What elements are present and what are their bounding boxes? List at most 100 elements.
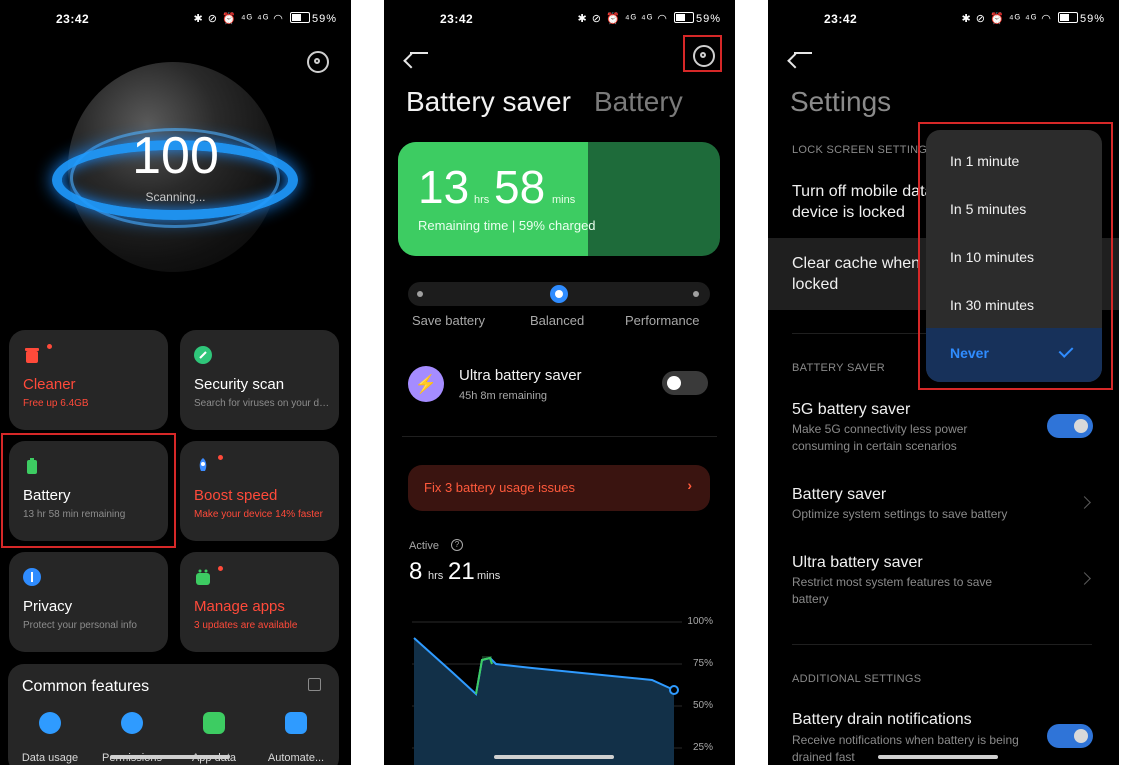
home-indicator[interactable] (494, 755, 614, 759)
status-time: 23:42 (824, 12, 858, 26)
clear-cache-line2[interactable]: locked (792, 276, 838, 294)
notification-dot (47, 344, 52, 349)
drain-notifications-sub: Receive notifications when battery is be… (792, 733, 1019, 764)
battery-percent: 59% (695, 13, 721, 25)
status-icons: ✱ ⊘ ⏰ ⁴ᴳ ⁴ᴳ ◠ (961, 13, 1052, 25)
remaining-mins: 58 (494, 161, 546, 213)
ultra-saver-sub: Restrict most system features to save ba… (792, 575, 993, 606)
turn-off-mobile-data-line2[interactable]: device is locked (792, 204, 905, 222)
battery-status-icon (673, 12, 694, 23)
chevron-right-icon: › (687, 477, 692, 493)
boost-speed-card[interactable]: Boost speed Make your device 14% faster (180, 441, 339, 541)
mode-dot (417, 291, 423, 297)
divider (402, 436, 717, 437)
drain-notifications-title[interactable]: Battery drain notifications (792, 711, 972, 729)
feature-automate[interactable]: Automate... (256, 712, 336, 764)
card-title: Boost speed (194, 487, 278, 504)
info-icon[interactable]: ? (451, 539, 463, 551)
axis-label-25: 25% (692, 742, 713, 753)
battery-percent: 59% (311, 13, 337, 25)
manage-apps-card[interactable]: Manage apps 3 updates are available (180, 552, 339, 652)
card-subtitle: Free up 6.4GB (23, 398, 89, 409)
remaining-hours: 13 (418, 161, 470, 213)
active-mins: 21 (448, 558, 475, 585)
apps-icon (196, 569, 210, 585)
privacy-card[interactable]: Privacy Protect your personal info (9, 552, 168, 652)
lightning-icon: ⚡ (408, 366, 444, 402)
status-bar: 23:42 ✱ ⊘ ⏰ ⁴ᴳ ⁴ᴳ ◠ 59% (384, 10, 735, 30)
ultra-saver-title: Ultra battery saver (459, 367, 582, 384)
ultra-saver-toggle[interactable] (662, 371, 708, 395)
shield-icon (194, 346, 212, 364)
scanning-label: Scanning... (145, 190, 206, 204)
privacy-icon (23, 568, 41, 586)
battery-saver-sub: Optimize system settings to save battery (792, 507, 1008, 521)
notification-dot (218, 455, 223, 460)
active-hours: 8 (409, 558, 423, 585)
security-app-home-screen: 23:42 ✱ ⊘ ⏰ ⁴ᴳ ⁴ᴳ ◠ 59% 100 Scanning... … (0, 0, 351, 765)
axis-label-100: 100% (687, 616, 713, 627)
battery-status-icon (289, 12, 310, 23)
remaining-label: Remaining time | 59% charged (418, 218, 596, 233)
additional-section-header: ADDITIONAL SETTINGS (792, 673, 922, 685)
status-bar: 23:42 ✱ ⊘ ⏰ ⁴ᴳ ⁴ᴳ ◠ 59% (0, 10, 351, 30)
mode-dot (693, 291, 699, 297)
lock-screen-section-header: LOCK SCREEN SETTINGS (792, 144, 935, 156)
card-title: Manage apps (194, 598, 285, 615)
tab-battery[interactable]: Battery (594, 86, 683, 118)
back-arrow-icon[interactable] (408, 42, 430, 64)
remaining-time-card: 13 hrs 58 mins Remaining time | 59% char… (398, 142, 720, 256)
drain-notifications-toggle[interactable] (1047, 724, 1093, 748)
axis-label-50: 50% (692, 700, 713, 711)
settings-highlight (683, 35, 722, 72)
battery-card-highlight (1, 433, 176, 548)
card-title: Privacy (23, 598, 73, 615)
home-indicator[interactable] (878, 755, 998, 759)
security-scan-card[interactable]: Security scan Search for viruses on your… (180, 330, 339, 430)
battery-percent: 59% (1079, 13, 1105, 25)
mode-selected-knob[interactable] (550, 285, 568, 303)
battery-saver-screen: 23:42 ✱ ⊘ ⏰ ⁴ᴳ ⁴ᴳ ◠ 59% Battery saver Ba… (384, 0, 735, 765)
mode-balanced[interactable]: Balanced (530, 313, 584, 328)
back-arrow-icon[interactable] (792, 42, 814, 64)
battery-saver-section-header: BATTERY SAVER (792, 362, 885, 374)
trash-icon (25, 348, 39, 363)
card-subtitle: 3 updates are available (194, 620, 298, 631)
performance-mode-slider[interactable] (408, 282, 710, 306)
status-time: 23:42 (440, 12, 474, 26)
card-title: Cleaner (23, 376, 76, 393)
chevron-right-icon (1078, 496, 1091, 509)
fix-issues-button[interactable]: Fix 3 battery usage issues › (408, 465, 710, 511)
droplet-icon (39, 712, 61, 734)
fiveg-saver-sub: Make 5G connectivity less power consumin… (792, 422, 968, 453)
active-hours-unit: hrs (428, 570, 444, 582)
automate-icon (285, 712, 307, 734)
card-subtitle: Search for viruses on your device (194, 398, 334, 409)
card-subtitle: Make your device 14% faster (194, 509, 323, 520)
active-mins-unit: mins (477, 570, 501, 582)
fiveg-saver-title[interactable]: 5G battery saver (792, 401, 910, 419)
settings-gear-icon[interactable] (307, 51, 329, 73)
status-bar: 23:42 ✱ ⊘ ⏰ ⁴ᴳ ⁴ᴳ ◠ 59% (768, 10, 1119, 30)
feature-data-usage[interactable]: Data usage (10, 712, 90, 764)
mode-performance[interactable]: Performance (625, 313, 699, 328)
feature-label: Data usage (21, 752, 79, 764)
common-features-title: Common features (22, 678, 150, 695)
card-title: Security scan (194, 376, 285, 393)
clear-cache-line1[interactable]: Clear cache when (792, 255, 920, 273)
mode-save-battery[interactable]: Save battery (412, 313, 485, 328)
cleaner-card[interactable]: Cleaner Free up 6.4GB (9, 330, 168, 430)
divider (792, 644, 1092, 645)
rocket-icon (199, 458, 207, 471)
fiveg-saver-toggle[interactable] (1047, 414, 1093, 438)
app-data-icon (203, 712, 225, 734)
tab-battery-saver[interactable]: Battery saver (406, 86, 571, 118)
permissions-icon (121, 712, 143, 734)
edit-icon[interactable] (308, 678, 321, 691)
notification-dot (218, 566, 223, 571)
battery-usage-chart (412, 621, 682, 765)
ultra-saver-title[interactable]: Ultra battery saver (792, 554, 923, 572)
battery-saver-title[interactable]: Battery saver (792, 486, 886, 504)
home-indicator[interactable] (110, 755, 230, 759)
active-label: Active (409, 540, 439, 552)
